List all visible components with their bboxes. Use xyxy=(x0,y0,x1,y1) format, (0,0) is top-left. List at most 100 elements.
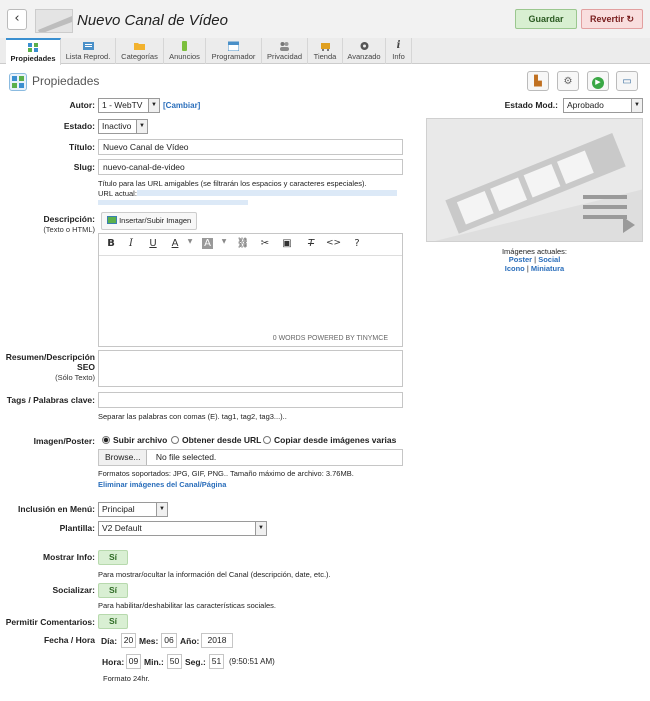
titulo-label: Título: xyxy=(69,142,95,152)
clear-formatting-icon[interactable]: T xyxy=(304,238,318,249)
tab-propiedades[interactable]: Propiedades xyxy=(6,38,61,65)
titulo-input[interactable]: Nuevo Canal de Vídeo xyxy=(98,139,403,155)
back-button[interactable]: ‹ xyxy=(7,9,27,30)
delete-images-link[interactable]: Eliminar imágenes del Canal/Página xyxy=(98,480,226,489)
revert-button[interactable]: Revertir ↻ xyxy=(581,9,643,29)
radio-button-icon xyxy=(263,436,271,444)
tab-anuncios[interactable]: Anuncios xyxy=(164,38,206,64)
poster-link[interactable]: Poster xyxy=(509,255,532,264)
tab-avanzado[interactable]: Avanzado xyxy=(343,38,386,64)
browse-button[interactable]: Browse... xyxy=(99,450,148,465)
autor-select[interactable]: 1 - WebTV ▼ xyxy=(98,98,160,113)
top-bar: ‹ Nuevo Canal de Vídeo Guardar Revertir … xyxy=(0,0,650,38)
file-input[interactable]: Browse... No file selected. xyxy=(98,449,403,466)
tab-info[interactable]: i Info xyxy=(386,38,412,64)
tab-programador[interactable]: Programador xyxy=(206,38,262,64)
dia-label: Día: xyxy=(101,636,118,646)
editor-toolbar: B I U A ▼ A ▼ ⛓ ✂ ▣ T <> ? xyxy=(99,234,402,256)
image-links-row2: Icono | Miniatura xyxy=(504,264,565,273)
showinfo-hint: Para mostrar/ocultar la información del … xyxy=(98,570,331,579)
share-button[interactable]: ⚙ xyxy=(557,71,579,91)
link-icon[interactable]: ⛓ xyxy=(236,238,250,249)
slug-input[interactable]: nuevo-canal-de-video xyxy=(98,159,403,175)
bar-chart-icon: ▙ xyxy=(534,76,542,87)
tab-categorias[interactable]: Categorías xyxy=(116,38,164,64)
help-icon[interactable]: ? xyxy=(350,238,364,249)
chevron-left-icon: ‹ xyxy=(14,11,20,26)
description-editor[interactable]: B I U A ▼ A ▼ ⛓ ✂ ▣ T <> ? 0 WORDS POWER… xyxy=(98,233,403,347)
tab-lista-reprod[interactable]: Lista Reprod. xyxy=(61,38,116,64)
comments-toggle[interactable]: Sí xyxy=(98,614,128,629)
icono-link[interactable]: Icono xyxy=(505,264,525,273)
anio-input[interactable]: 2018 xyxy=(201,633,233,648)
tags-hint: Separar las palabras con comas (E). tag1… xyxy=(98,412,287,421)
estado-select[interactable]: Inactivo ▼ xyxy=(98,119,148,134)
code-icon[interactable]: <> xyxy=(326,238,341,248)
image-label: Imagen/Poster: xyxy=(33,436,95,446)
radio-copy[interactable]: Copiar desde imágenes varias xyxy=(263,435,396,445)
showinfo-toggle[interactable]: Sí xyxy=(98,550,128,565)
tab-tienda[interactable]: Tienda xyxy=(308,38,343,64)
url-value-blurred-2 xyxy=(98,200,248,205)
social-label: Socializar: xyxy=(52,585,95,595)
social-link[interactable]: Social xyxy=(538,255,560,264)
chevron-down-icon[interactable]: ▼ xyxy=(217,238,231,245)
monitor-icon: ▭ xyxy=(622,76,632,87)
descripcion-label: Descripción: xyxy=(43,214,96,224)
save-button[interactable]: Guardar xyxy=(515,9,577,29)
radio-button-icon xyxy=(102,436,110,444)
stats-button[interactable]: ▙ xyxy=(527,71,549,91)
social-hint: Para habilitar/deshabilitar las caracter… xyxy=(98,601,276,610)
seo-sub: (Sólo Texto) xyxy=(55,373,95,382)
template-select[interactable]: V2 Default ▼ xyxy=(98,521,267,536)
italic-icon[interactable]: I xyxy=(124,238,138,249)
seg-label: Seg.: xyxy=(185,657,206,667)
play-icon: ▶ xyxy=(592,77,604,89)
seo-textarea[interactable] xyxy=(98,350,403,387)
seg-input[interactable]: 51 xyxy=(209,654,224,669)
chevron-down-icon: ▼ xyxy=(631,99,642,112)
seo-label: Resumen/Descripción SEO xyxy=(5,352,95,372)
background-color-icon[interactable]: A xyxy=(202,238,213,249)
playlist-icon xyxy=(82,42,94,50)
editor-status: 0 WORDS POWERED BY TINYMCE xyxy=(272,335,388,342)
url-value-blurred xyxy=(137,190,397,196)
dia-input[interactable]: 20 xyxy=(121,633,136,648)
hora-input[interactable]: 09 xyxy=(126,654,141,669)
unlink-icon[interactable]: ✂ xyxy=(258,238,272,249)
tab-privacidad[interactable]: Privacidad xyxy=(262,38,308,64)
miniatura-link[interactable]: Miniatura xyxy=(531,264,564,273)
min-label: Min.: xyxy=(144,657,164,667)
menu-select[interactable]: Principal ▼ xyxy=(98,502,168,517)
radio-button-icon xyxy=(171,436,179,444)
refresh-icon: ↻ xyxy=(626,14,635,24)
min-input[interactable]: 50 xyxy=(167,654,182,669)
info-icon: i xyxy=(396,40,401,51)
descripcion-sub: (Texto o HTML) xyxy=(43,225,95,234)
preview-screen-button[interactable]: ▭ xyxy=(616,71,638,91)
radio-url[interactable]: Obtener desde URL xyxy=(171,435,261,445)
underline-icon[interactable]: U xyxy=(146,238,160,249)
estado-mod-select[interactable]: Aprobado ▼ xyxy=(563,98,643,113)
mes-input[interactable]: 06 xyxy=(161,633,177,648)
no-file-text: No file selected. xyxy=(155,452,217,462)
comments-label: Permitir Comentarios: xyxy=(5,617,95,627)
image-insert-icon[interactable]: ▣ xyxy=(280,238,294,249)
cambiar-link[interactable]: [Cambiar] xyxy=(163,101,200,110)
formats-hint: Formatos soportados: JPG, GIF, PNG.. Tam… xyxy=(98,469,354,478)
chevron-down-icon: ▼ xyxy=(255,522,266,535)
tags-input[interactable] xyxy=(98,392,403,408)
chevron-down-icon[interactable]: ▼ xyxy=(183,238,197,245)
play-button[interactable]: ▶ xyxy=(587,71,609,91)
autor-label: Autor: xyxy=(69,100,96,110)
users-icon xyxy=(280,42,289,51)
slug-label: Slug: xyxy=(73,162,95,172)
tags-label: Tags / Palabras clave: xyxy=(6,395,95,405)
social-toggle[interactable]: Sí xyxy=(98,583,128,598)
text-color-icon[interactable]: A xyxy=(168,238,182,249)
bold-icon[interactable]: B xyxy=(104,238,118,249)
radio-upload[interactable]: Subir archivo xyxy=(102,435,167,445)
insert-image-button[interactable]: Insertar/Subir Imagen xyxy=(101,212,198,230)
mes-label: Mes: xyxy=(139,636,159,646)
time-display: (9:50:51 AM) xyxy=(229,657,275,666)
